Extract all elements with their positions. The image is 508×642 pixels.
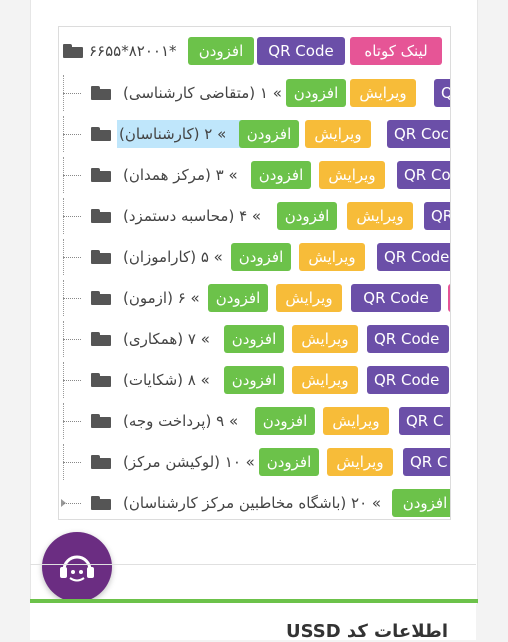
tree-connector (63, 93, 81, 94)
section-divider (30, 564, 476, 565)
qr-code-button[interactable]: QR C (403, 448, 450, 476)
ussd-info-title: اطلاعات کد USSD (285, 621, 448, 642)
tree-node[interactable]: (شکایات) ۸ « افزودن ویرایش QR Code (59, 362, 450, 398)
folder-icon (91, 168, 111, 182)
node-title[interactable]: (شکایات) ۸ « (121, 366, 212, 394)
tree-connector (63, 380, 81, 381)
folder-icon (91, 496, 111, 510)
node-title[interactable]: (همکاری) ۷ « (121, 325, 212, 353)
folder-open-icon (63, 44, 83, 58)
folder-icon (91, 127, 111, 141)
qr-code-button[interactable]: Q (434, 79, 450, 107)
node-title[interactable]: (پرداخت وجه) ۹ « (121, 407, 240, 435)
ussd-menu-tree: لینک کوتاه QR Code افزودن ۶۶۵۵*۸۲۰۰۱* (م… (58, 26, 451, 520)
root-title[interactable]: ۶۶۵۵*۸۲۰۰۱* (87, 37, 179, 65)
add-button[interactable]: افزودن (224, 325, 284, 353)
add-button[interactable]: افزودن (277, 202, 337, 230)
node-title[interactable]: (محاسبه دستمزد) ۴ « (121, 202, 263, 230)
headset-icon (60, 555, 94, 582)
add-button[interactable]: افزودن (286, 79, 346, 107)
node-title[interactable]: (کاراموزان) ۵ « (121, 243, 225, 271)
add-button[interactable]: افزودن (255, 407, 315, 435)
folder-icon (91, 373, 111, 387)
folder-icon (91, 209, 111, 223)
tree-node[interactable]: (لوکیشن مرکز) ۱۰ « افزودن ویرایش QR C (59, 444, 450, 480)
node-title[interactable]: (متقاضی کارشناسی) ۱ « (121, 79, 284, 107)
tree-node[interactable]: (پرداخت وجه) ۹ « افزودن ویرایش QR C (59, 403, 450, 439)
tree-connector (63, 462, 81, 463)
support-chat-button[interactable] (42, 532, 112, 602)
short-link-button[interactable] (448, 284, 450, 312)
tree-connector (63, 216, 81, 217)
tree-connector (63, 339, 81, 340)
tree-node[interactable]: (کارشناسان) ۲ « افزودن ویرایش QR Coc (59, 116, 450, 152)
tree-connector (63, 503, 81, 504)
add-button[interactable]: افزودن (259, 448, 319, 476)
tree-node[interactable]: (ازمون) ۶ « افزودن ویرایش QR Code (59, 280, 450, 316)
folder-icon (91, 86, 111, 100)
tree-node[interactable]: (کاراموزان) ۵ « افزودن ویرایش QR Code (59, 239, 450, 275)
node-title[interactable]: (مرکز همدان) ۳ « (121, 161, 240, 189)
add-button[interactable]: افزودن (208, 284, 268, 312)
qr-code-button[interactable]: QR Coc (387, 120, 450, 148)
tree-connector (63, 421, 81, 422)
qr-code-button[interactable]: QR Code (351, 284, 441, 312)
add-button[interactable]: افزودن (239, 120, 299, 148)
root-add-button[interactable]: افزودن (188, 37, 254, 65)
edit-button[interactable]: ویرایش (319, 161, 385, 189)
edit-button[interactable]: ویرایش (305, 120, 371, 148)
edit-button[interactable]: ویرایش (292, 366, 358, 394)
edit-button[interactable]: ویرایش (292, 325, 358, 353)
edit-button[interactable]: ویرایش (299, 243, 365, 271)
root-qr-code-button[interactable]: QR Code (257, 37, 345, 65)
folder-icon (91, 291, 111, 305)
tree-node[interactable]: (مرکز همدان) ۳ « افزودن ویرایش QR Co (59, 157, 450, 193)
edit-button[interactable]: ویرایش (350, 79, 416, 107)
tree-node[interactable]: (محاسبه دستمزد) ۴ « افزودن ویرایش QR (59, 198, 450, 234)
folder-icon (91, 250, 111, 264)
qr-code-button[interactable]: QR Code (377, 243, 450, 271)
folder-icon (91, 332, 111, 346)
node-title[interactable]: (باشگاه مخاطبین مرکز کارشناسان) ۲۰ « (121, 489, 383, 517)
add-button[interactable]: افزودن (224, 366, 284, 394)
node-title[interactable]: (لوکیشن مرکز) ۱۰ « (121, 448, 257, 476)
edit-button[interactable]: ویرایش (347, 202, 413, 230)
add-button[interactable]: افزودن (251, 161, 311, 189)
tree-connector (63, 298, 81, 299)
qr-code-button[interactable]: QR (424, 202, 450, 230)
add-button[interactable]: افزودن (231, 243, 291, 271)
qr-code-button[interactable]: QR Code (367, 366, 449, 394)
folder-icon (91, 414, 111, 428)
edit-button[interactable]: ویرایش (276, 284, 342, 312)
edit-button[interactable]: ویرایش (323, 407, 389, 435)
tree-node[interactable]: (متقاضی کارشناسی) ۱ « افزودن ویرایش Q (59, 75, 450, 111)
tree-connector (63, 134, 81, 135)
tree-connector (63, 175, 81, 176)
qr-code-button[interactable]: QR Code (367, 325, 449, 353)
short-link-button[interactable]: لینک کوتاه (350, 37, 442, 65)
tree-node[interactable]: (باشگاه مخاطبین مرکز کارشناسان) ۲۰ « افز… (59, 485, 450, 519)
qr-code-button[interactable]: QR Co (397, 161, 450, 189)
folder-icon (91, 455, 111, 469)
node-title[interactable]: (ازمون) ۶ « (121, 284, 202, 312)
ussd-info-section: اطلاعات کد USSD (30, 603, 476, 642)
tree-connector (63, 257, 81, 258)
tree-root-node[interactable]: لینک کوتاه QR Code افزودن ۶۶۵۵*۸۲۰۰۱* (59, 33, 450, 69)
tree-node[interactable]: (همکاری) ۷ « افزودن ویرایش QR Code (59, 321, 450, 357)
add-button[interactable]: افزودن (392, 489, 450, 517)
qr-code-button[interactable]: QR C (399, 407, 450, 435)
edit-button[interactable]: ویرایش (327, 448, 393, 476)
